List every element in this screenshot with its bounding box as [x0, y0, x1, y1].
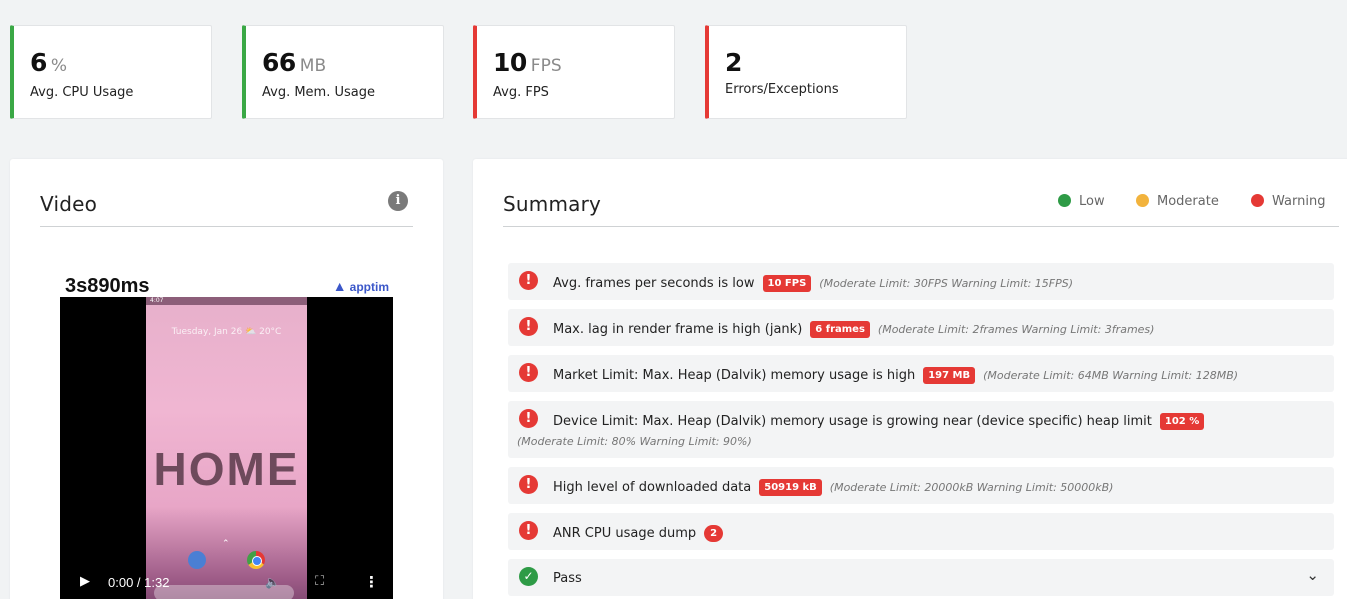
- phone-date: Tuesday, Jan 26 ⛅ 20°C: [171, 327, 282, 337]
- red-dot-icon: [1251, 194, 1264, 207]
- metric-card-cpu: 6% Avg. CPU Usage: [10, 25, 212, 119]
- summary-item-text: ANR CPU usage dump: [553, 526, 697, 541]
- phone-screen: 4:07 Tuesday, Jan 26 ⛅ 20°C HOME ⌃: [146, 297, 307, 599]
- more-options-icon[interactable]: ⋮: [364, 573, 379, 591]
- metric-label: Errors/Exceptions: [725, 82, 839, 97]
- check-icon: ✓: [519, 567, 538, 586]
- fullscreen-icon[interactable]: ⛶: [315, 574, 324, 589]
- warning-icon: !: [519, 475, 538, 494]
- chevron-up-icon: ⌃: [222, 539, 230, 549]
- messages-app-icon: [188, 551, 206, 569]
- metric-value: 6%: [30, 48, 68, 77]
- limit-text: (Moderate Limit: 2frames Warning Limit: …: [877, 323, 1155, 336]
- warning-icon: !: [519, 271, 538, 290]
- chevron-down-icon[interactable]: ⌄: [1306, 566, 1319, 584]
- summary-card: Summary Low Moderate Warning ! Avg. fram…: [473, 159, 1347, 599]
- limit-text: (Moderate Limit: 20000kB Warning Limit: …: [829, 481, 1114, 494]
- video-time: 0:00 / 1:32: [108, 575, 170, 590]
- summary-item: ! Max. lag in render frame is high (jank…: [508, 309, 1334, 346]
- orange-dot-icon: [1136, 194, 1149, 207]
- summary-item: ! High level of downloaded data 50919 kB (…: [508, 467, 1334, 504]
- video-title: Video: [40, 192, 98, 216]
- summary-item-text: Device Limit: Max. Heap (Dalvik) memory …: [553, 414, 1152, 429]
- limit-text: (Moderate Limit: 30FPS Warning Limit: 15…: [819, 277, 1074, 290]
- warning-icon: !: [519, 409, 538, 428]
- value-badge: 102 %: [1159, 413, 1205, 430]
- value-badge: 6 frames: [810, 321, 870, 338]
- count-badge: 2: [704, 525, 724, 542]
- video-player[interactable]: 3s890ms ▲ apptim 4:07 Tuesday, Jan 26 ⛅ 2…: [60, 273, 393, 599]
- summary-item-text: Market Limit: Max. Heap (Dalvik) memory …: [553, 368, 916, 383]
- warning-icon: !: [519, 521, 538, 540]
- metric-value: 10 FPS: [493, 48, 562, 77]
- metric-value: 2: [725, 48, 742, 77]
- legend-item-moderate: Moderate: [1136, 194, 1219, 209]
- warning-icon: !: [519, 363, 538, 382]
- apptim-logo: ▲ apptim: [332, 278, 389, 294]
- video-timer-overlay: 3s890ms: [65, 275, 150, 297]
- limit-text: (Moderate Limit: 64MB Warning Limit: 128…: [983, 369, 1239, 382]
- metric-label: Avg. CPU Usage: [30, 85, 134, 100]
- divider: [503, 226, 1339, 227]
- metric-label: Avg. Mem. Usage: [262, 85, 375, 100]
- chrome-app-icon: [247, 551, 265, 569]
- summary-item: ! Avg. frames per seconds is low 10 FPS (M…: [508, 263, 1334, 300]
- warning-icon: !: [519, 317, 538, 336]
- green-dot-icon: [1058, 194, 1071, 207]
- info-icon[interactable]: i: [388, 191, 408, 211]
- apptim-logo-icon: ▲: [332, 278, 347, 294]
- video-card: Video i 3s890ms ▲ apptim 4:07 Tuesday, Ja…: [10, 159, 443, 599]
- summary-item: ! Device Limit: Max. Heap (Dalvik) memor…: [508, 401, 1334, 458]
- value-badge: 10 FPS: [762, 275, 812, 292]
- summary-item: ! Market Limit: Max. Heap (Dalvik) memor…: [508, 355, 1334, 392]
- legend-item-low: Low: [1058, 194, 1105, 209]
- value-badge: 50919 kB: [759, 479, 822, 496]
- value-badge: 197 MB: [923, 367, 976, 384]
- play-icon[interactable]: ▶: [80, 574, 90, 589]
- phone-status-bar: [146, 297, 307, 305]
- summary-title: Summary: [503, 192, 602, 216]
- legend-item-warning: Warning: [1251, 194, 1325, 209]
- metric-card-fps: 10 FPS Avg. FPS: [473, 25, 675, 119]
- metric-value: 66 MB: [262, 48, 327, 77]
- divider: [40, 226, 413, 227]
- video-controls: ▶ 0:00 / 1:32 🔈 ⛶ ⋮: [60, 571, 393, 599]
- pass-section-toggle[interactable]: ✓ Pass ⌄: [508, 559, 1334, 596]
- metric-label: Avg. FPS: [493, 85, 549, 100]
- summary-item-text: Max. lag in render frame is high (jank): [553, 322, 803, 337]
- pass-label: Pass: [553, 571, 582, 586]
- metric-card-errors: 2 Errors/Exceptions: [705, 25, 907, 119]
- summary-item-text: High level of downloaded data: [553, 480, 752, 495]
- home-screen-label: HOME: [153, 443, 300, 495]
- volume-icon[interactable]: 🔈: [265, 575, 280, 589]
- phone-status-time: 4:07: [150, 297, 164, 304]
- summary-item: ! ANR CPU usage dump 2: [508, 513, 1334, 550]
- summary-item-text: Avg. frames per seconds is low: [553, 276, 755, 291]
- metric-card-memory: 66 MB Avg. Mem. Usage: [242, 25, 444, 119]
- limit-text: (Moderate Limit: 80% Warning Limit: 90%): [517, 435, 752, 448]
